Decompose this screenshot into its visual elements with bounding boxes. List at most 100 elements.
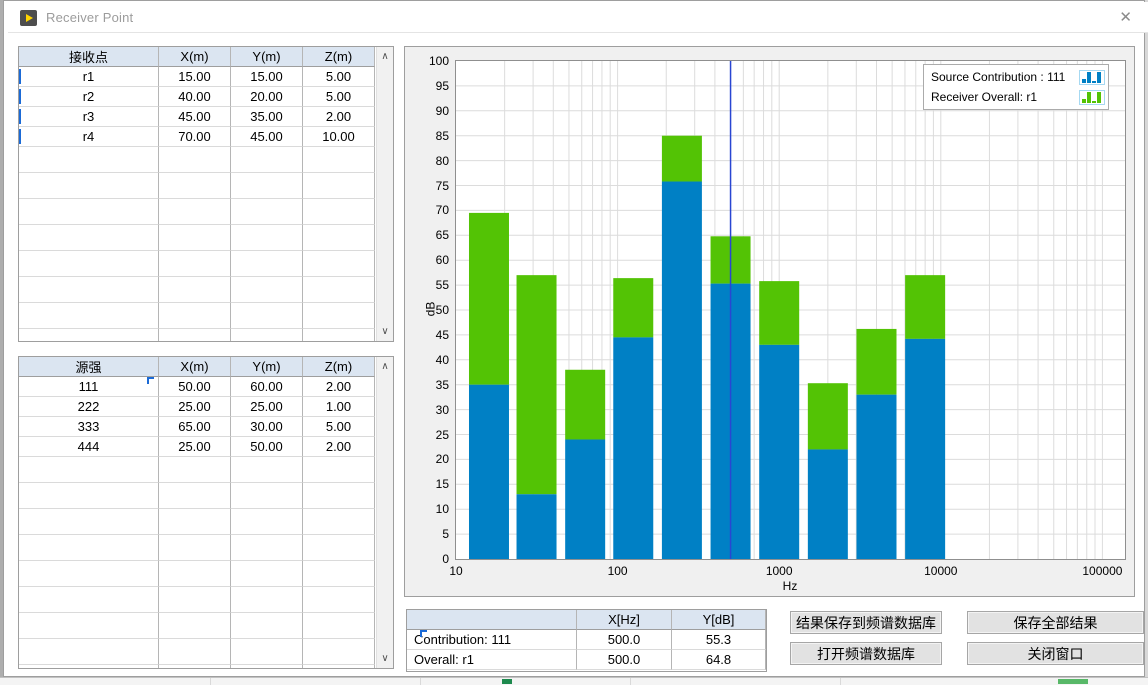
- vertical-scrollbar[interactable]: ∧∨: [376, 357, 393, 668]
- table-cell[interactable]: Contribution: 111: [407, 630, 577, 650]
- table-cell[interactable]: 2.00: [303, 377, 375, 397]
- mini-bar: [1097, 72, 1101, 83]
- table-cell[interactable]: 10.00: [303, 127, 375, 147]
- empty-cell: [159, 483, 231, 509]
- table-cell[interactable]: Overall: r1: [407, 650, 577, 670]
- empty-cell: [303, 303, 375, 329]
- table-cell[interactable]: 25.00: [159, 437, 231, 457]
- legend-label: Receiver Overall: r1: [927, 90, 1079, 104]
- x-axis-title: Hz: [783, 579, 798, 593]
- empty-cell: [19, 483, 159, 509]
- empty-cell: [231, 587, 303, 613]
- empty-cell: [303, 457, 375, 483]
- scroll-down-icon[interactable]: ∨: [377, 323, 393, 340]
- table-cell[interactable]: 2.00: [303, 107, 375, 127]
- spectrum-chart[interactable]: [456, 61, 1125, 559]
- scroll-up-icon[interactable]: ∧: [377, 358, 393, 375]
- mini-bar: [1092, 101, 1096, 103]
- contribution-bar-segment: [662, 182, 702, 559]
- table-cell[interactable]: 1.00: [303, 397, 375, 417]
- empty-row: [19, 509, 393, 535]
- scroll-down-icon[interactable]: ∨: [377, 650, 393, 667]
- column-header: Z(m): [303, 357, 375, 377]
- table-cell[interactable]: 500.0: [577, 650, 672, 670]
- table-cell[interactable]: 111: [19, 377, 159, 397]
- background-cell-line: [210, 678, 211, 685]
- save-results-to-spectrum-db-button[interactable]: 结果保存到频谱数据库: [790, 611, 942, 634]
- empty-cell: [231, 509, 303, 535]
- scroll-up-icon[interactable]: ∧: [377, 48, 393, 65]
- empty-cell: [159, 147, 231, 173]
- empty-row: [19, 457, 393, 483]
- titlebar[interactable]: Receiver Point ✕: [8, 2, 1148, 33]
- empty-cell: [231, 251, 303, 277]
- table-header-row: 接收点X(m)Y(m)Z(m): [19, 47, 393, 67]
- empty-row: [19, 587, 393, 613]
- overall-bar-segment: [517, 275, 557, 494]
- table-cell[interactable]: 15.00: [231, 67, 303, 87]
- empty-cell: [159, 251, 231, 277]
- table-cell[interactable]: 20.00: [231, 87, 303, 107]
- table-cell[interactable]: 25.00: [159, 397, 231, 417]
- table-cell[interactable]: 64.8: [672, 650, 766, 670]
- save-all-results-button[interactable]: 保存全部结果: [967, 611, 1144, 634]
- empty-cell: [159, 277, 231, 303]
- empty-cell: [19, 173, 159, 199]
- table-cell[interactable]: 55.3: [672, 630, 766, 650]
- empty-cell: [159, 665, 231, 669]
- empty-cell: [19, 509, 159, 535]
- table-cell[interactable]: 65.00: [159, 417, 231, 437]
- close-icon[interactable]: ✕: [1119, 8, 1132, 26]
- y-axis-tick-label: 95: [405, 78, 449, 94]
- table-cell[interactable]: 50.00: [231, 437, 303, 457]
- table-cell[interactable]: 5.00: [303, 417, 375, 437]
- table-cell[interactable]: r2: [19, 87, 159, 107]
- table-cell[interactable]: r4: [19, 127, 159, 147]
- table-cell[interactable]: r3: [19, 107, 159, 127]
- y-axis-tick-label: 30: [405, 402, 449, 418]
- table-header-row: 源强X(m)Y(m)Z(m): [19, 357, 393, 377]
- column-header: X(m): [159, 47, 231, 67]
- contribution-bar-segment: [856, 395, 896, 559]
- empty-cell: [159, 561, 231, 587]
- table-cell[interactable]: 2.00: [303, 437, 375, 457]
- empty-cell: [303, 329, 375, 342]
- column-header: X(m): [159, 357, 231, 377]
- table-cell[interactable]: 45.00: [231, 127, 303, 147]
- table-cell[interactable]: 30.00: [231, 417, 303, 437]
- table-cell[interactable]: 5.00: [303, 87, 375, 107]
- table-cell[interactable]: 40.00: [159, 87, 231, 107]
- table-cell[interactable]: 333: [19, 417, 159, 437]
- table-row: r470.0045.0010.00: [19, 127, 393, 147]
- table-cell[interactable]: 60.00: [231, 377, 303, 397]
- plot-area[interactable]: [455, 60, 1126, 560]
- table-cell[interactable]: r1: [19, 67, 159, 87]
- table-cell[interactable]: 50.00: [159, 377, 231, 397]
- empty-cell: [231, 147, 303, 173]
- column-header: 接收点: [19, 47, 159, 67]
- empty-cell: [19, 329, 159, 342]
- receiver-point-window: Receiver Point ✕ 接收点X(m)Y(m)Z(m)r115.001…: [3, 0, 1145, 677]
- table-cell[interactable]: 45.00: [159, 107, 231, 127]
- empty-cell: [159, 613, 231, 639]
- table-cell[interactable]: 444: [19, 437, 159, 457]
- table-cell[interactable]: 35.00: [231, 107, 303, 127]
- empty-row: [19, 613, 393, 639]
- empty-cell: [303, 587, 375, 613]
- chart-legend: Source Contribution : 111 Receiver Overal…: [923, 64, 1109, 110]
- empty-cell: [159, 303, 231, 329]
- table-row: 22225.0025.001.00: [19, 397, 393, 417]
- table-cell[interactable]: 222: [19, 397, 159, 417]
- table-cell[interactable]: 25.00: [231, 397, 303, 417]
- table-cell[interactable]: 15.00: [159, 67, 231, 87]
- close-window-button[interactable]: 关闭窗口: [967, 642, 1144, 665]
- table-cell[interactable]: 5.00: [303, 67, 375, 87]
- x-axis-tick-label: 1000: [766, 564, 793, 578]
- open-spectrum-db-button[interactable]: 打开频谱数据库: [790, 642, 942, 665]
- vertical-scrollbar[interactable]: ∧∨: [376, 47, 393, 341]
- empty-cell: [231, 613, 303, 639]
- empty-cell: [19, 225, 159, 251]
- legend-label: Source Contribution : 111: [927, 70, 1079, 84]
- table-cell[interactable]: 500.0: [577, 630, 672, 650]
- table-cell[interactable]: 70.00: [159, 127, 231, 147]
